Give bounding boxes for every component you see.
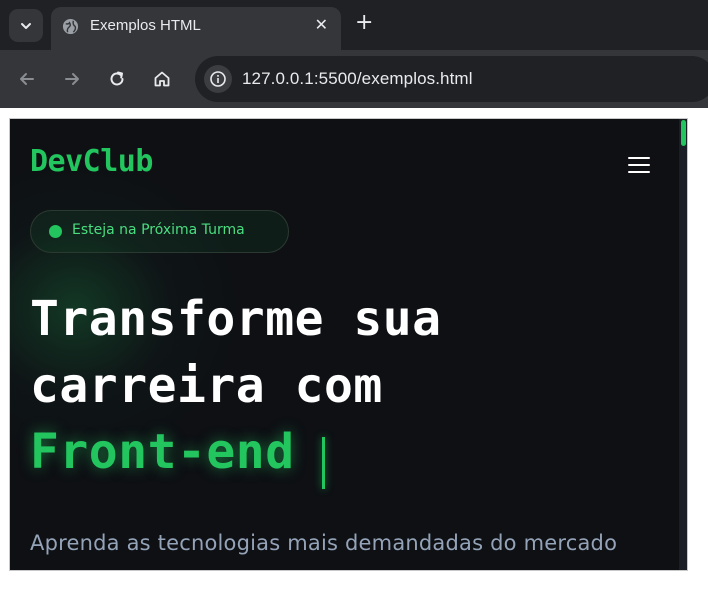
hero-title-line-2: carreira com — [30, 358, 383, 414]
page-viewport: DevClub Esteja na Próxima Turma Transfor… — [9, 118, 688, 571]
typing-cursor — [322, 437, 325, 489]
close-icon[interactable]: ✕ — [315, 16, 328, 34]
reload-icon — [110, 71, 124, 86]
hero-subtitle: Aprenda as tecnologias mais demandadas d… — [30, 531, 618, 555]
tab-title: Exemplos HTML — [90, 17, 201, 34]
hero-title-line-1: Transforme sua — [30, 291, 442, 347]
globe-icon — [62, 18, 79, 35]
hamburger-menu-icon[interactable] — [628, 157, 652, 175]
chrome-gap — [0, 108, 708, 118]
scrollbar[interactable] — [679, 119, 687, 570]
badge-label: Esteja na Próxima Turma — [72, 222, 245, 238]
browser-toolbar: 127.0.0.1:5500/exemplos.html — [0, 50, 708, 108]
forward-button[interactable] — [60, 67, 84, 91]
info-icon — [210, 71, 226, 87]
url-host: 127.0.0.1 — [242, 69, 314, 88]
scrollbar-thumb[interactable] — [681, 120, 686, 146]
url-path: :5500/exemplos.html — [313, 69, 473, 88]
browser-tab[interactable]: Exemplos HTML ✕ — [51, 7, 341, 50]
tab-search-button[interactable] — [9, 9, 43, 42]
logo[interactable]: DevClub — [30, 144, 153, 179]
chevron-down-icon — [21, 22, 31, 29]
back-button[interactable] — [15, 67, 39, 91]
browser-tab-strip: Exemplos HTML ✕ + — [0, 0, 708, 50]
back-arrow-icon — [20, 73, 34, 85]
next-class-badge: Esteja na Próxima Turma — [30, 210, 289, 253]
home-button[interactable] — [150, 67, 174, 91]
address-bar[interactable]: 127.0.0.1:5500/exemplos.html — [195, 56, 708, 102]
home-icon — [154, 71, 170, 87]
url-text[interactable]: 127.0.0.1:5500/exemplos.html — [242, 69, 473, 89]
window-bottom-area — [0, 571, 708, 611]
reload-button[interactable] — [105, 67, 129, 91]
site-info-button[interactable] — [204, 65, 232, 93]
forward-arrow-icon — [65, 73, 79, 85]
hero-title-highlight: Front-end — [30, 424, 295, 480]
plus-icon[interactable]: + — [355, 12, 373, 34]
status-dot-icon — [49, 225, 62, 238]
